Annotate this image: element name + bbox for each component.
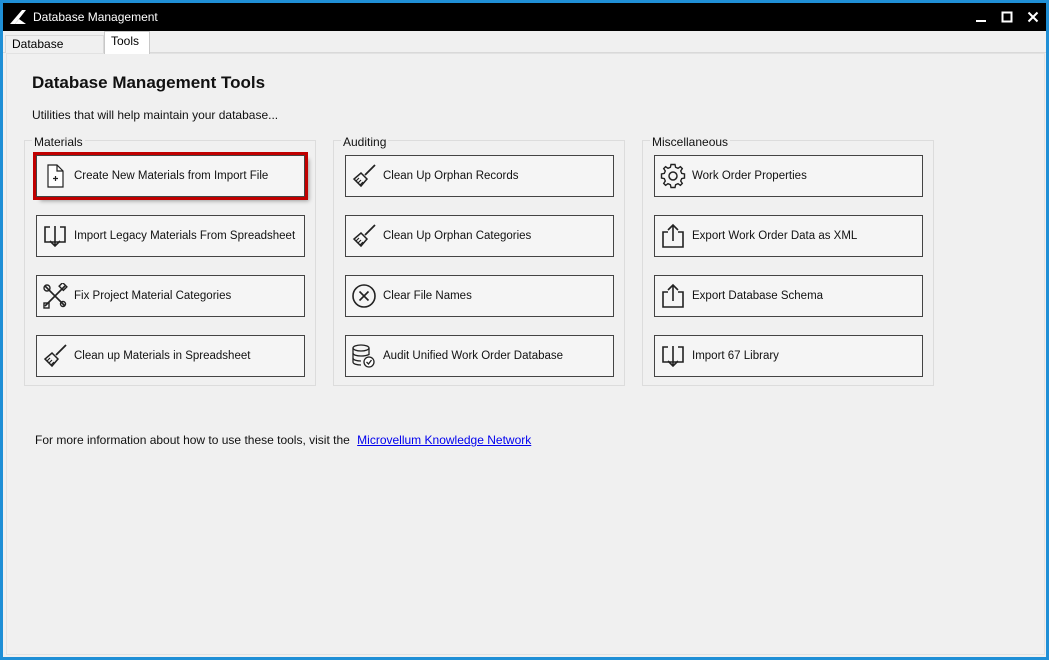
work-order-properties-label: Work Order Properties xyxy=(692,170,807,182)
app-window: Database Management Database Records Too… xyxy=(1,1,1048,659)
clean-up-orphan-categories-button[interactable]: Clean Up Orphan Categories xyxy=(345,215,614,257)
audit-unified-work-order-label: Audit Unified Work Order Database xyxy=(383,350,564,362)
group-materials: Materials Create New Materials from Impo… xyxy=(24,135,316,386)
clean-up-materials-label: Clean up Materials in Spreadsheet xyxy=(74,350,251,362)
clear-file-names-button[interactable]: Clear File Names xyxy=(345,275,614,317)
new-document-icon xyxy=(41,162,69,190)
group-title-miscellaneous: Miscellaneous xyxy=(650,135,731,149)
minimize-icon xyxy=(976,20,986,22)
import-67-library-label: Import 67 Library xyxy=(692,350,779,362)
create-new-materials-button[interactable]: Create New Materials from Import File xyxy=(33,152,308,200)
export-work-order-xml-label: Export Work Order Data as XML xyxy=(692,230,858,242)
gear-icon xyxy=(659,162,687,190)
fix-project-material-categories-label: Fix Project Material Categories xyxy=(74,290,232,302)
window-controls xyxy=(968,3,1046,31)
broom-icon xyxy=(350,162,378,190)
app-logo-icon xyxy=(7,6,29,28)
clean-up-orphan-records-button[interactable]: Clean Up Orphan Records xyxy=(345,155,614,197)
tab-strip: Database Records Tools xyxy=(3,31,1046,67)
maximize-icon xyxy=(1001,11,1013,23)
group-miscellaneous: Miscellaneous Work Order Properties Expo… xyxy=(642,135,934,386)
tools-panel: Database Management Tools Utilities that… xyxy=(6,53,1045,655)
clean-up-orphan-categories-label: Clean Up Orphan Categories xyxy=(383,230,532,242)
clear-circle-icon xyxy=(350,282,378,310)
fix-project-material-categories-button[interactable]: Fix Project Material Categories xyxy=(36,275,305,317)
work-order-properties-button[interactable]: Work Order Properties xyxy=(654,155,923,197)
tools-icon xyxy=(41,282,69,310)
clean-up-orphan-records-label: Clean Up Orphan Records xyxy=(383,170,519,182)
audit-unified-work-order-button[interactable]: Audit Unified Work Order Database xyxy=(345,335,614,377)
export-icon xyxy=(659,222,687,250)
page-title: Database Management Tools xyxy=(32,73,266,92)
page-subtitle: Utilities that will help maintain your d… xyxy=(32,108,279,122)
window-title: Database Management xyxy=(33,10,158,24)
import-legacy-materials-label: Import Legacy Materials From Spreadsheet xyxy=(74,230,296,242)
group-title-auditing: Auditing xyxy=(341,135,389,149)
info-line: For more information about how to use th… xyxy=(35,433,531,447)
close-button[interactable] xyxy=(1020,3,1046,31)
import-icon xyxy=(659,342,687,370)
clear-file-names-label: Clear File Names xyxy=(383,290,472,302)
export-database-schema-button[interactable]: Export Database Schema xyxy=(654,275,923,317)
title-bar[interactable]: Database Management xyxy=(3,3,1046,31)
minimize-button[interactable] xyxy=(968,3,994,31)
group-auditing: Auditing Clean Up Orphan Records Clean U… xyxy=(333,135,625,386)
import-legacy-materials-button[interactable]: Import Legacy Materials From Spreadsheet xyxy=(36,215,305,257)
export-work-order-xml-button[interactable]: Export Work Order Data as XML xyxy=(654,215,923,257)
export-icon xyxy=(659,282,687,310)
tab-database-records[interactable]: Database Records xyxy=(5,35,104,67)
import-icon xyxy=(41,222,69,250)
database-check-icon xyxy=(350,342,378,370)
knowledge-network-link[interactable]: Microvellum Knowledge Network xyxy=(357,433,531,447)
close-icon xyxy=(1027,11,1039,23)
info-text: For more information about how to use th… xyxy=(35,433,350,447)
export-database-schema-label: Export Database Schema xyxy=(692,290,824,302)
create-new-materials-label: Create New Materials from Import File xyxy=(74,170,269,182)
maximize-button[interactable] xyxy=(994,3,1020,31)
group-title-materials: Materials xyxy=(32,135,85,149)
broom-icon xyxy=(41,342,69,370)
clean-up-materials-button[interactable]: Clean up Materials in Spreadsheet xyxy=(36,335,305,377)
broom-icon xyxy=(350,222,378,250)
tab-tools[interactable]: Tools xyxy=(104,31,150,54)
import-67-library-button[interactable]: Import 67 Library xyxy=(654,335,923,377)
